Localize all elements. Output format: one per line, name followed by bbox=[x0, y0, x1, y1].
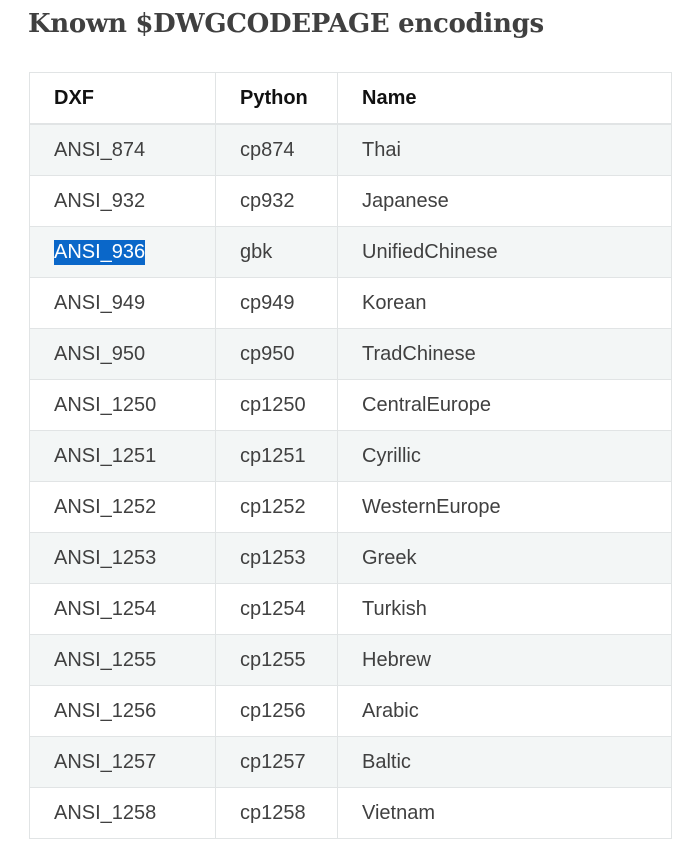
cell-python: cp1250 bbox=[215, 379, 338, 431]
page-title: Known $DWGCODEPAGE encodings bbox=[28, 9, 544, 39]
table-row: ANSI_1250 cp1250 CentralEurope bbox=[29, 379, 672, 431]
cell-dxf: ANSI_1251 bbox=[29, 430, 216, 482]
encodings-table: DXF Python Name ANSI_874 cp874 Thai ANSI… bbox=[29, 72, 672, 839]
cell-dxf: ANSI_1256 bbox=[29, 685, 216, 737]
selected-text[interactable]: ANSI_936 bbox=[54, 239, 146, 265]
table-row: ANSI_1252 cp1252 WesternEurope bbox=[29, 481, 672, 533]
column-header-dxf: DXF bbox=[29, 72, 216, 125]
table-row: ANSI_874 cp874 Thai bbox=[29, 123, 672, 176]
cell-name: UnifiedChinese bbox=[337, 226, 672, 278]
cell-name: Baltic bbox=[337, 736, 672, 788]
encodings-table-wrapper: DXF Python Name ANSI_874 cp874 Thai ANSI… bbox=[29, 72, 672, 839]
cell-dxf: ANSI_936 bbox=[29, 226, 216, 278]
cell-dxf: ANSI_874 bbox=[29, 123, 216, 176]
cell-name: Turkish bbox=[337, 583, 672, 635]
cell-python: cp950 bbox=[215, 328, 338, 380]
table-row: ANSI_932 cp932 Japanese bbox=[29, 175, 672, 227]
cell-name: CentralEurope bbox=[337, 379, 672, 431]
cell-python: cp1257 bbox=[215, 736, 338, 788]
cell-python: cp1255 bbox=[215, 634, 338, 686]
table-row: ANSI_1255 cp1255 Hebrew bbox=[29, 634, 672, 686]
table-row: ANSI_1258 cp1258 Vietnam bbox=[29, 787, 672, 839]
cell-python: cp1256 bbox=[215, 685, 338, 737]
table-row: ANSI_1257 cp1257 Baltic bbox=[29, 736, 672, 788]
table-body: ANSI_874 cp874 Thai ANSI_932 cp932 Japan… bbox=[29, 123, 672, 839]
cell-python: cp1251 bbox=[215, 430, 338, 482]
table-row: ANSI_1256 cp1256 Arabic bbox=[29, 685, 672, 737]
cell-python: cp874 bbox=[215, 123, 338, 176]
cell-python: gbk bbox=[215, 226, 338, 278]
table-row: ANSI_936 gbk UnifiedChinese bbox=[29, 226, 672, 278]
cell-python: cp949 bbox=[215, 277, 338, 329]
cell-python: cp1258 bbox=[215, 787, 338, 839]
cell-dxf: ANSI_1253 bbox=[29, 532, 216, 584]
cell-name: Japanese bbox=[337, 175, 672, 227]
cell-dxf: ANSI_1257 bbox=[29, 736, 216, 788]
cell-name: Thai bbox=[337, 123, 672, 176]
cell-dxf: ANSI_950 bbox=[29, 328, 216, 380]
cell-name: TradChinese bbox=[337, 328, 672, 380]
cell-dxf: ANSI_1254 bbox=[29, 583, 216, 635]
cell-dxf: ANSI_949 bbox=[29, 277, 216, 329]
cell-name: Hebrew bbox=[337, 634, 672, 686]
table-row: ANSI_1253 cp1253 Greek bbox=[29, 532, 672, 584]
cell-python: cp1253 bbox=[215, 532, 338, 584]
table-row: ANSI_1251 cp1251 Cyrillic bbox=[29, 430, 672, 482]
cell-dxf: ANSI_1250 bbox=[29, 379, 216, 431]
header-row: DXF Python Name bbox=[29, 72, 672, 125]
table-row: ANSI_949 cp949 Korean bbox=[29, 277, 672, 329]
cell-name: Arabic bbox=[337, 685, 672, 737]
cell-python: cp1254 bbox=[215, 583, 338, 635]
cell-name: WesternEurope bbox=[337, 481, 672, 533]
cell-name: Cyrillic bbox=[337, 430, 672, 482]
cell-dxf: ANSI_1252 bbox=[29, 481, 216, 533]
table-header: DXF Python Name bbox=[29, 72, 672, 125]
cell-dxf: ANSI_932 bbox=[29, 175, 216, 227]
cell-python: cp1252 bbox=[215, 481, 338, 533]
column-header-name: Name bbox=[337, 72, 672, 125]
cell-name: Greek bbox=[337, 532, 672, 584]
cell-python: cp932 bbox=[215, 175, 338, 227]
column-header-python: Python bbox=[215, 72, 338, 125]
cell-dxf: ANSI_1258 bbox=[29, 787, 216, 839]
table-row: ANSI_950 cp950 TradChinese bbox=[29, 328, 672, 380]
table-row: ANSI_1254 cp1254 Turkish bbox=[29, 583, 672, 635]
cell-dxf: ANSI_1255 bbox=[29, 634, 216, 686]
cell-name: Vietnam bbox=[337, 787, 672, 839]
cell-name: Korean bbox=[337, 277, 672, 329]
